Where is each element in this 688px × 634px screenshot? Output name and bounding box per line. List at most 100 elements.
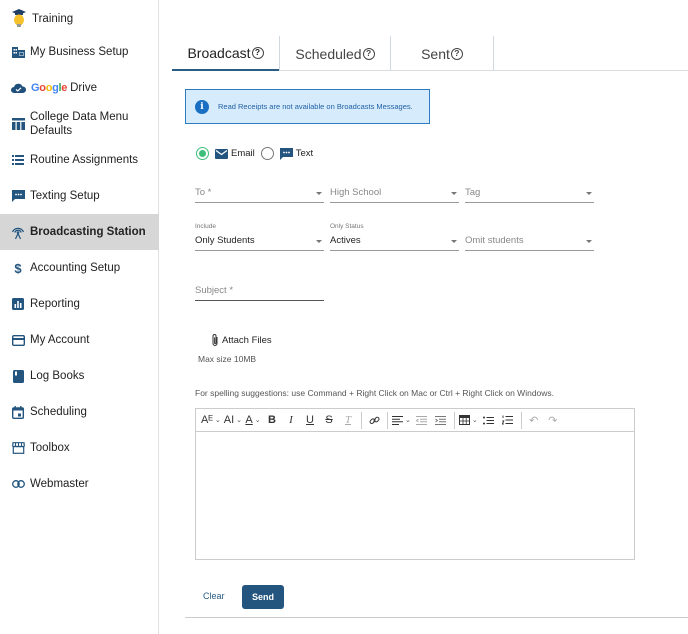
sidebar-item-label: Routine Assignments bbox=[30, 154, 139, 166]
caret-down-icon bbox=[586, 192, 592, 195]
sidebar-item-label: Webmaster bbox=[30, 478, 89, 490]
chat-bubble-icon bbox=[11, 189, 25, 203]
book-icon bbox=[11, 369, 25, 383]
sidebar-item-toolbox[interactable]: Toolbox bbox=[0, 440, 159, 456]
numbered-list-button[interactable] bbox=[500, 411, 516, 429]
align-button[interactable]: ⌄ bbox=[392, 411, 411, 429]
only-status-label: Only Status bbox=[330, 223, 364, 230]
chevron-down-icon: ⌄ bbox=[214, 417, 221, 424]
outdent-button[interactable] bbox=[414, 411, 430, 429]
tab-broadcast[interactable]: Broadcast? bbox=[172, 36, 279, 71]
help-icon[interactable]: ? bbox=[251, 46, 264, 59]
chevron-down-icon: ⌄ bbox=[236, 417, 243, 424]
align-left-icon bbox=[392, 415, 404, 425]
sidebar-item-accounting-setup[interactable]: $ Accounting Setup bbox=[0, 260, 159, 276]
sidebar-item-scheduling[interactable]: Scheduling bbox=[0, 404, 159, 420]
sidebar-item-texting-setup[interactable]: Texting Setup bbox=[0, 188, 159, 204]
sidebar-item-webmaster[interactable]: Webmaster bbox=[0, 476, 159, 492]
info-icon: i bbox=[195, 99, 209, 114]
text-radio[interactable] bbox=[260, 147, 274, 160]
caret-down-icon bbox=[586, 240, 592, 243]
channel-selector: Email Text bbox=[196, 147, 313, 160]
italic-button[interactable]: I bbox=[283, 411, 299, 429]
sidebar-item-label: Training bbox=[32, 13, 74, 25]
sidebar-item-training[interactable]: Training bbox=[0, 7, 159, 31]
editor-content-area[interactable] bbox=[196, 432, 634, 560]
sidebar-item-label: Broadcasting Station bbox=[30, 226, 146, 238]
cloud-check-icon bbox=[11, 81, 26, 95]
email-radio[interactable] bbox=[196, 147, 209, 160]
help-icon[interactable]: ? bbox=[450, 47, 463, 60]
clear-format-button[interactable]: T bbox=[340, 411, 356, 429]
text-label: Text bbox=[295, 148, 314, 159]
send-button[interactable]: Send bbox=[242, 585, 284, 609]
table-button[interactable]: ⌄ bbox=[458, 411, 478, 429]
link-button[interactable] bbox=[366, 411, 382, 429]
underline-icon: U bbox=[306, 414, 314, 426]
high-school-placeholder: High School bbox=[330, 187, 382, 198]
high-school-select[interactable]: High School bbox=[330, 181, 459, 203]
only-status-select[interactable]: Only Status Actives bbox=[330, 223, 459, 251]
attach-files-button[interactable]: Attach Files bbox=[211, 333, 272, 347]
toolbar-divider bbox=[361, 411, 363, 429]
sidebar-item-routine-assignments[interactable]: Routine Assignments bbox=[0, 152, 159, 168]
sidebar: Training My Business Setup Google Drive … bbox=[0, 0, 159, 634]
font-family-button[interactable]: Aᴱ ⌄ bbox=[201, 411, 221, 429]
sidebar-item-google-drive[interactable]: Google Drive bbox=[0, 80, 159, 96]
font-color-button[interactable]: A ⌄ bbox=[245, 411, 261, 429]
font-color-icon: A bbox=[245, 414, 253, 426]
sidebar-item-reporting[interactable]: Reporting bbox=[0, 296, 159, 312]
tab-sent[interactable]: Sent? bbox=[391, 36, 493, 71]
toolbar-divider bbox=[453, 411, 455, 429]
spelling-hint: For spelling suggestions: use Command + … bbox=[195, 388, 555, 398]
omit-students-select[interactable]: Omit students bbox=[465, 229, 594, 251]
sidebar-item-label: College Data Menu Defaults bbox=[30, 111, 129, 137]
clear-button[interactable]: Clear bbox=[203, 591, 225, 601]
indent-button[interactable] bbox=[433, 411, 449, 429]
strikethrough-button[interactable]: S bbox=[321, 411, 337, 429]
chat-bubble-icon bbox=[279, 147, 293, 160]
outdent-icon bbox=[416, 415, 428, 425]
link-icon bbox=[369, 416, 380, 424]
subject-input[interactable]: Subject * bbox=[195, 283, 324, 301]
font-size-button[interactable]: AI ⌄ bbox=[224, 411, 242, 429]
sidebar-item-label: My Business Setup bbox=[30, 46, 129, 58]
sidebar-item-broadcasting-station[interactable]: Broadcasting Station bbox=[0, 214, 159, 250]
bold-button[interactable]: B bbox=[264, 411, 280, 429]
email-label: Email bbox=[231, 148, 255, 159]
main-content: Broadcast? Scheduled? Sent? i Read Recei… bbox=[160, 0, 688, 634]
sidebar-item-my-business-setup[interactable]: My Business Setup bbox=[0, 44, 159, 60]
sidebar-item-label: Drive bbox=[70, 82, 97, 94]
link-icon bbox=[11, 477, 25, 491]
indent-icon bbox=[435, 415, 447, 425]
underline-button[interactable]: U bbox=[302, 411, 318, 429]
omit-students-placeholder: Omit students bbox=[465, 235, 524, 246]
sidebar-item-label: Log Books bbox=[30, 370, 85, 382]
tab-scheduled[interactable]: Scheduled? bbox=[280, 36, 390, 71]
redo-icon: ↷ bbox=[548, 414, 558, 427]
only-status-value: Actives bbox=[330, 235, 361, 246]
sidebar-item-my-account[interactable]: My Account bbox=[0, 332, 159, 348]
bullet-list-button[interactable] bbox=[481, 411, 497, 429]
caret-down-icon bbox=[451, 192, 457, 195]
message-editor: Aᴱ ⌄ AI ⌄ A ⌄ B I U S T ⌄ ⌄ ↶ ↷ bbox=[195, 408, 635, 560]
to-select[interactable]: To * bbox=[195, 181, 324, 203]
tab-label: Scheduled bbox=[295, 45, 362, 62]
help-icon[interactable]: ? bbox=[362, 47, 375, 60]
sidebar-item-label: Reporting bbox=[30, 298, 80, 310]
toolbar-divider bbox=[387, 411, 389, 429]
credit-card-icon bbox=[11, 333, 25, 347]
redo-button[interactable]: ↷ bbox=[545, 411, 561, 429]
include-select[interactable]: Include Only Students bbox=[195, 223, 324, 251]
calendar-icon bbox=[11, 405, 25, 419]
sidebar-item-college-data-menu-defaults[interactable]: College Data Menu Defaults bbox=[0, 109, 159, 139]
undo-button[interactable]: ↶ bbox=[526, 411, 542, 429]
bold-icon: B bbox=[268, 414, 276, 426]
tab-label: Broadcast bbox=[187, 44, 251, 61]
toolbar-divider bbox=[520, 411, 522, 429]
sidebar-item-log-books[interactable]: Log Books bbox=[0, 368, 159, 384]
strikethrough-icon: S bbox=[325, 414, 333, 426]
include-value: Only Students bbox=[195, 235, 255, 246]
tag-select[interactable]: Tag bbox=[465, 181, 594, 203]
bar-chart-icon bbox=[11, 297, 25, 311]
